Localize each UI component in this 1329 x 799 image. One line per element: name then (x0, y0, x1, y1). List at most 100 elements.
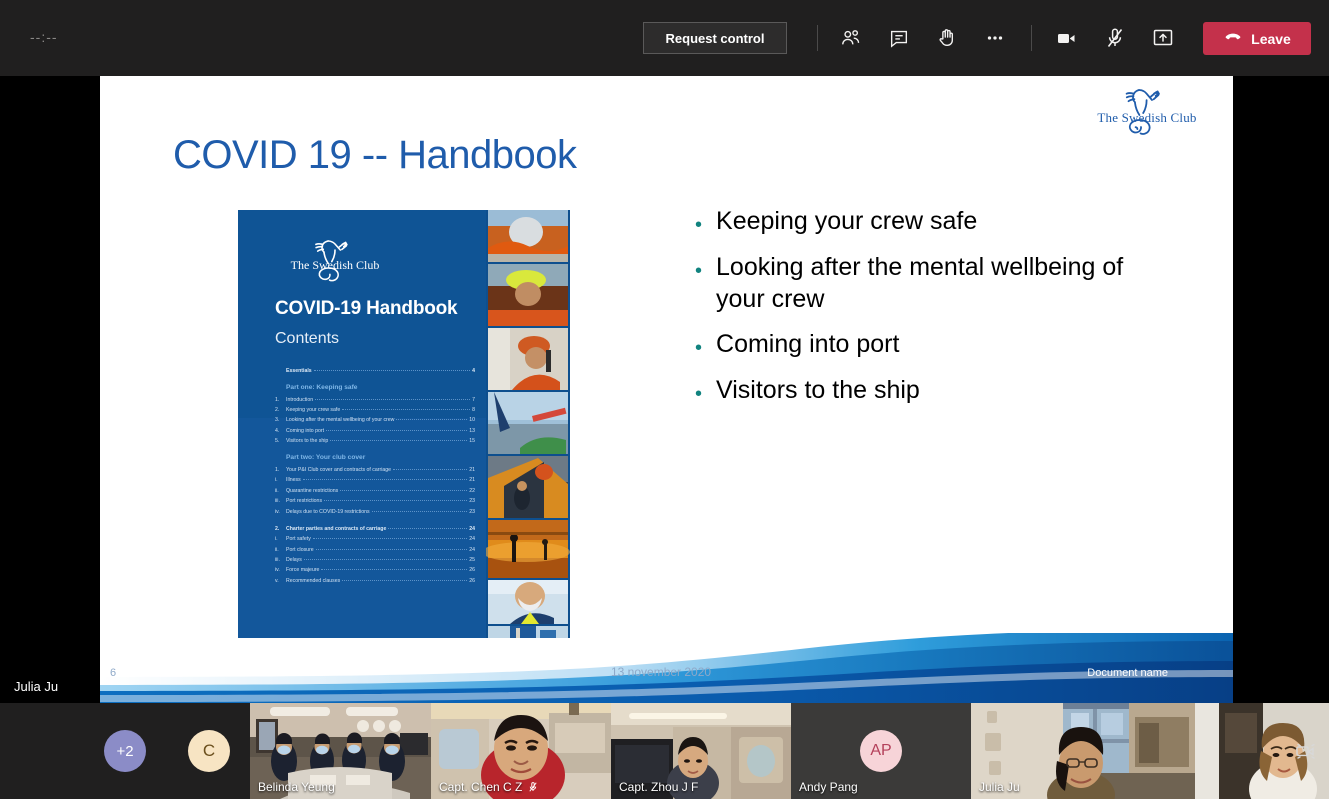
toolbar-divider-right (1031, 25, 1032, 51)
participant-avatar-c[interactable]: C (188, 730, 230, 772)
toc-entry-label: Recommended clauses (286, 577, 341, 584)
slide-bullet-item: • Keeping your crew safe (695, 206, 1165, 238)
teams-meeting-window: --:-- Request control Leave Julia Ju The… (0, 0, 1329, 799)
book-cover-photo-strip (482, 210, 570, 638)
slide-title: COVID 19 -- Handbook (173, 133, 577, 177)
toc-section-heading: Part one: Keeping safe (275, 383, 475, 393)
toc-leader-dots (324, 500, 468, 502)
toc-entry: iii. Port restrictions 23 (275, 498, 475, 506)
toc-entry: 1. Your P&I Club cover and contracts of c… (275, 467, 475, 475)
toolbar-right-icons (1045, 16, 1185, 60)
toc-entry-label: Quarantine restrictions (286, 487, 339, 494)
toc-leader-dots (396, 419, 468, 421)
toc-entry: ii. Quarantine restrictions 22 (275, 488, 475, 496)
toc-leader-dots (393, 468, 468, 470)
toc-entry-page: 23 (469, 508, 475, 515)
bullet-dot-icon: • (695, 383, 703, 405)
slide-bullet-item: • Visitors to the ship (695, 375, 1165, 407)
book-logo-text: The Swedish Club (290, 258, 380, 272)
microphone-muted-icon[interactable] (1093, 16, 1137, 60)
toc-entry-label: Part one: Keeping safe (286, 383, 358, 391)
toc-leader-dots (312, 538, 468, 540)
toc-entry: iv. Delays due to COVID-19 restrictions 23 (275, 509, 475, 517)
photo-strip-graphic (482, 210, 570, 638)
book-title: COVID-19 Handbook (275, 298, 458, 319)
toc-leader-dots (315, 398, 471, 400)
toc-entry-label: Port safety (286, 536, 311, 543)
toc-entry-label: Charter parties and contracts of carriag… (286, 525, 387, 532)
leave-button[interactable]: Leave (1203, 22, 1311, 55)
toc-section-heading: Part two: Your club cover (275, 453, 475, 463)
toc-entry-number: 2. (275, 407, 280, 414)
toc-entry-label: Visitors to the ship (286, 438, 329, 445)
toc-entry-page: 22 (469, 487, 475, 494)
toc-entry-number: ii. (275, 487, 279, 494)
toolbar-middle-icons (829, 16, 1017, 60)
chat-icon[interactable] (877, 16, 921, 60)
slide-footer-wave: 6 13 november 2020 Document name (100, 629, 1233, 703)
presentation-slide[interactable]: The Swedish Club COVID 19 -- Handbook Th… (100, 76, 1233, 703)
toc-entry: Essentials 4 (275, 368, 475, 376)
slide-bullet-item: • Coming into port (695, 329, 1165, 361)
toc-entry: 2. Charter parties and contracts of carri… (275, 526, 475, 534)
toc-entry-label: Delays (286, 557, 302, 564)
toc-entry: ii. Port closure 24 (275, 547, 475, 555)
toc-entry-number: i. (275, 536, 278, 543)
participant-tile-capt-chen[interactable]: Capt. Chen C Z (431, 703, 611, 799)
people-icon[interactable] (829, 16, 873, 60)
toc-entry-page: 21 (469, 477, 475, 484)
participant-tile-julia-ju[interactable]: Julia Ju (971, 703, 1195, 799)
bullet-dot-icon: • (695, 259, 703, 282)
book-contents-heading: Contents (275, 330, 340, 347)
toc-entry-page: 13 (469, 427, 475, 434)
slide-footer-date: 13 november 2020 (611, 665, 712, 679)
handbook-cover-image: The Swedish Club COVID-19 Handbook Conte… (238, 210, 570, 638)
toc-entry-page: 25 (469, 557, 475, 564)
toc-entry: 3. Looking after the mental wellbeing of … (275, 417, 475, 425)
toc-entry-label: Illness (286, 477, 301, 484)
participant-name: Capt. Chen C Z (439, 780, 539, 794)
toc-entry-page: 24 (469, 525, 475, 532)
toc-leader-dots (342, 579, 468, 581)
toc-leader-dots (340, 489, 468, 491)
bullet-text: Keeping your crew safe (716, 207, 978, 235)
more-options-icon[interactable] (973, 16, 1017, 60)
toc-leader-dots (330, 440, 468, 442)
toc-entry-label: Essentials (286, 368, 312, 374)
participant-name: Julia Ju (979, 780, 1020, 794)
toc-entry-page: 24 (469, 536, 475, 543)
participant-tile-belinda-yeung[interactable]: Belinda Yeung (250, 703, 431, 799)
overflow-count-badge[interactable]: +2 (104, 730, 146, 772)
toc-entry-page: 8 (472, 407, 475, 414)
swedish-club-logo-text: The Swedish Club (1097, 110, 1197, 125)
meeting-toolbar: --:-- Request control Leave (0, 0, 1329, 76)
participant-tile-unnamed[interactable] (1195, 703, 1329, 799)
toc-entry-number: 4. (275, 427, 280, 434)
roster-overflow-tile[interactable]: +2 C (0, 703, 250, 799)
toc-entry-number: v. (275, 577, 279, 584)
toc-entry-number: 1. (275, 396, 280, 403)
toc-leader-dots (303, 559, 468, 561)
toc-entry-label: Force majeure (286, 567, 320, 574)
video-device-icon[interactable] (1291, 739, 1321, 763)
toc-entry-page: 24 (469, 546, 475, 553)
swedish-club-logo: The Swedish Club (1091, 84, 1203, 146)
presenter-name-label: Julia Ju (14, 679, 59, 694)
microphone-muted-icon (527, 780, 539, 794)
toc-spacer (275, 519, 475, 526)
toc-entry-label: Part two: Your club cover (286, 454, 366, 462)
toolbar-divider-left (817, 25, 818, 51)
participant-tile-andy-pang[interactable]: AP Andy Pang (791, 703, 971, 799)
toc-entry-page: 21 (469, 466, 475, 473)
raise-hand-icon[interactable] (925, 16, 969, 60)
toc-entry-page: 23 (469, 498, 475, 505)
camera-icon[interactable] (1045, 16, 1089, 60)
share-screen-icon[interactable] (1141, 16, 1185, 60)
participant-name: Andy Pang (799, 780, 858, 794)
participant-name: Capt. Zhou J F (619, 780, 699, 794)
toc-leader-dots (326, 429, 468, 431)
toc-entry-number: iv. (275, 567, 280, 574)
participant-roster: +2 C Belinda Yeung Capt. Chen C Z Capt. … (0, 703, 1329, 799)
participant-tile-capt-zhou[interactable]: Capt. Zhou J F (611, 703, 791, 799)
request-control-button[interactable]: Request control (643, 22, 787, 54)
